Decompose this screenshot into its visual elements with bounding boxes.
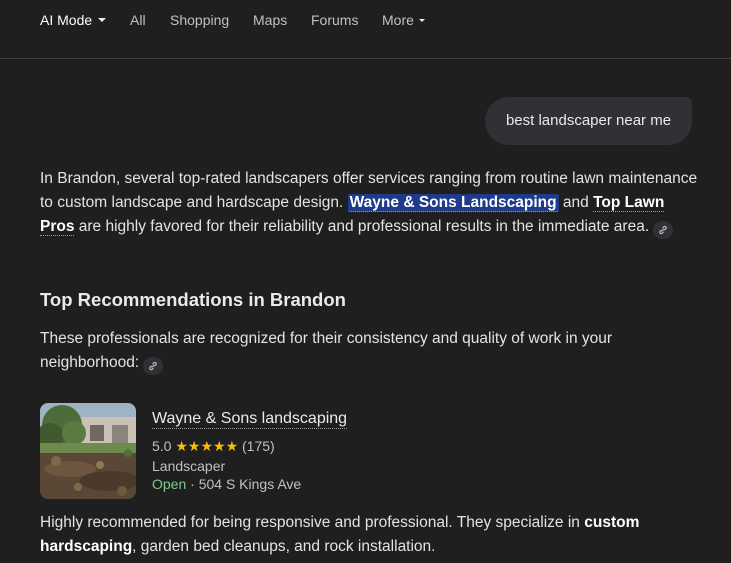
tab-more[interactable]: More	[382, 12, 425, 28]
search-tabs-bar: AI Mode All Shopping Maps Forums More	[0, 0, 731, 59]
summary-text: Highly recommended for being responsive …	[40, 514, 585, 531]
tab-label: More	[382, 12, 414, 28]
business-address: 504 S Kings Ave	[198, 476, 302, 492]
source-link-button[interactable]	[143, 357, 164, 375]
open-status: Open	[152, 476, 187, 492]
tab-ai-mode[interactable]: AI Mode	[40, 12, 107, 28]
business-name-link[interactable]: Wayne & Sons landscaping	[152, 410, 348, 429]
tab-forums[interactable]: Forums	[311, 12, 358, 28]
tab-all[interactable]: All	[130, 12, 146, 28]
tab-label: Shopping	[170, 12, 230, 28]
link-icon	[149, 361, 157, 371]
description-text: These professionals are recognized for t…	[40, 330, 613, 371]
user-query-bubble: best landscaper near me	[485, 97, 692, 145]
rating-value: 5.0	[152, 438, 172, 454]
landscape-photo	[40, 403, 136, 499]
tab-label: AI Mode	[40, 12, 93, 28]
answer-text: are highly favored for their reliability…	[74, 218, 650, 235]
section-description: These professionals are recognized for t…	[40, 327, 700, 375]
separator: ·	[186, 476, 199, 492]
business-status-row: Open · 504 S Kings Ave	[152, 476, 301, 492]
business-photo[interactable]	[40, 403, 136, 499]
source-link-button[interactable]	[653, 221, 674, 239]
business-rating-row: 5.0 ★★★★★ (175)	[152, 438, 275, 455]
tab-label: All	[130, 12, 146, 28]
business-summary: Highly recommended for being responsive …	[40, 511, 700, 559]
chevron-down-icon	[418, 19, 425, 22]
tab-maps[interactable]: Maps	[253, 12, 287, 28]
section-heading: Top Recommendations in Brandon	[40, 289, 346, 310]
link-icon	[659, 225, 667, 235]
star-rating-icon: ★★★★★	[175, 438, 239, 454]
ai-answer-intro: In Brandon, several top-rated landscaper…	[40, 167, 700, 239]
summary-text: , garden bed cleanups, and rock installa…	[132, 538, 436, 555]
tab-shopping[interactable]: Shopping	[170, 12, 229, 28]
chevron-down-icon	[98, 18, 107, 22]
review-count: (175)	[242, 438, 275, 454]
highlighted-business-link[interactable]: Wayne & Sons Landscaping	[347, 194, 559, 212]
answer-text: and	[558, 194, 594, 211]
business-category: Landscaper	[152, 458, 226, 474]
tab-label: Maps	[253, 12, 288, 28]
tab-label: Forums	[311, 12, 359, 28]
